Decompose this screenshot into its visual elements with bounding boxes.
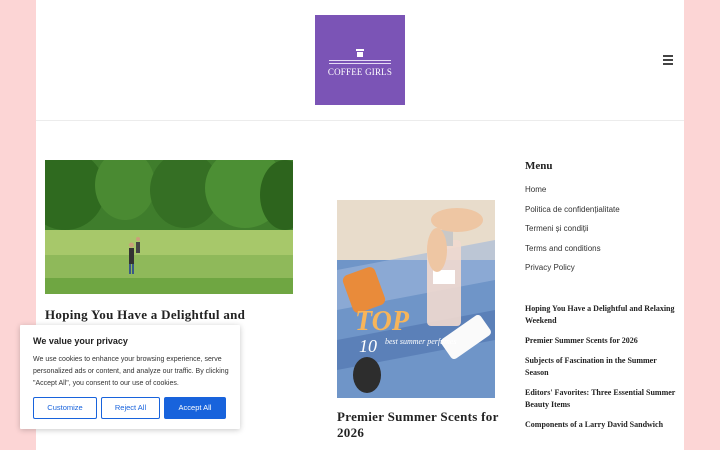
post-title[interactable]: Premier Summer Scents for 2026 <box>337 409 507 441</box>
customize-button[interactable]: Customize <box>33 397 97 419</box>
recent-post-link[interactable]: Premier Summer Scents for 2026 <box>525 335 681 347</box>
logo-text: COFFEE GIRLS <box>327 67 393 77</box>
overlay-top: TOP <box>355 306 410 337</box>
menu-item-home[interactable]: Home <box>525 184 684 204</box>
menu-item-termeni[interactable]: Termeni și condiții <box>525 223 684 243</box>
overlay-number: 10 <box>359 336 377 356</box>
menu-item-privacy[interactable]: Privacy Policy <box>525 262 684 282</box>
post-title[interactable]: Hoping You Have a Delightful and <box>45 306 305 324</box>
menu-heading: Menu <box>525 160 553 172</box>
coffee-cup-icon <box>356 49 364 57</box>
logo-rule <box>329 60 391 61</box>
cookie-text: We use cookies to enhance your browsing … <box>33 356 229 387</box>
cookie-consent-banner: We value your privacy We use cookies to … <box>20 325 240 429</box>
sidebar: Menu Home Politica de confidențialitate … <box>525 160 684 282</box>
recent-posts-list: Hoping You Have a Delightful and Relaxin… <box>525 303 681 439</box>
recent-post-link[interactable]: Subjects of Fascination in the Summer Se… <box>525 355 681 379</box>
cookie-title: We value your privacy <box>33 336 128 346</box>
site-header: COFFEE GIRLS <box>36 0 684 121</box>
post-image-perfumes[interactable]: TOP 10 best summer perfumes <box>337 200 495 398</box>
recent-post-link[interactable]: Editors' Favorites: Three Essential Summ… <box>525 387 681 411</box>
hamburger-menu-icon[interactable] <box>663 55 675 65</box>
accept-all-button[interactable]: Accept All <box>164 397 226 419</box>
overlay-subtitle: best summer perfumes <box>385 337 457 346</box>
menu-item-politica[interactable]: Politica de confidențialitate <box>525 204 684 224</box>
logo-rule <box>329 63 391 64</box>
recent-post-link[interactable]: Hoping You Have a Delightful and Relaxin… <box>525 303 681 327</box>
menu-item-terms[interactable]: Terms and conditions <box>525 243 684 263</box>
post-image-meadow[interactable] <box>45 160 293 294</box>
menu-list: Home Politica de confidențialitate Terme… <box>525 184 684 282</box>
reject-all-button[interactable]: Reject All <box>101 397 160 419</box>
site-logo[interactable]: COFFEE GIRLS <box>315 15 405 105</box>
recent-post-link[interactable]: Components of a Larry David Sandwich <box>525 419 681 431</box>
